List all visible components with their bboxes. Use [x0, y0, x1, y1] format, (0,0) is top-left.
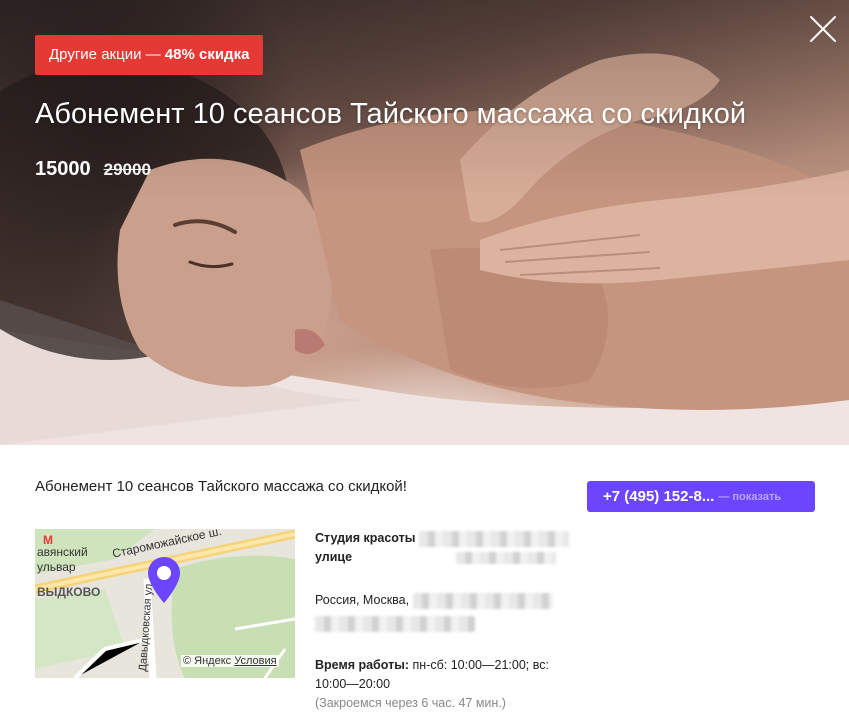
- promo-discount: 48% скидка: [164, 46, 250, 63]
- studio-name: Студия красоты улице: [315, 529, 575, 567]
- redacted-address: [412, 592, 553, 609]
- other-promotions-badge[interactable]: Другие акции — 48% скидка: [35, 35, 264, 75]
- phone-number: +7 (495) 152-8...: [603, 488, 715, 505]
- redacted-studio-name: [418, 530, 569, 547]
- offer-description: Абонемент 10 сеансов Тайского массажа со…: [35, 478, 407, 495]
- hours-label: Время работы:: [315, 658, 410, 672]
- show-phone-label: — показать: [718, 490, 782, 503]
- close-button[interactable]: [808, 14, 838, 44]
- map-attribution: © Яндекс Условия: [181, 655, 279, 667]
- closing-note: (Закроемся через 6 час. 47 мин.): [315, 696, 506, 710]
- studio-name-prefix: Студия красоты: [315, 531, 416, 545]
- redacted-address-2: [315, 616, 475, 632]
- map-label-boulevard-2: ульвар: [37, 560, 76, 574]
- map-label-boulevard-1: авянский: [37, 545, 88, 559]
- studio-address: Россия, Москва,: [315, 591, 575, 632]
- map-attribution-text: © Яндекс: [183, 655, 232, 667]
- studio-info: Студия красоты улице Россия, Москва, Вре…: [315, 529, 575, 713]
- redacted-studio-name-2: [455, 551, 556, 564]
- price-row: 15000 29000: [35, 158, 151, 181]
- hero-banner: Другие акции — 48% скидка Абонемент 10 с…: [0, 0, 849, 445]
- close-icon: [810, 16, 836, 42]
- map-terms-link[interactable]: Условия: [234, 655, 276, 667]
- studio-name-suffix: улице: [315, 550, 353, 564]
- location-map[interactable]: М авянский ульвар Староможайское ш. ВЫДК…: [35, 529, 295, 678]
- price-new: 15000: [35, 158, 91, 180]
- map-label-district: ВЫДКОВО: [37, 585, 101, 599]
- promo-prefix: Другие акции —: [49, 46, 165, 63]
- offer-title: Абонемент 10 сеансов Тайского массажа со…: [35, 98, 747, 130]
- price-old: 29000: [103, 160, 151, 179]
- show-phone-button[interactable]: +7 (495) 152-8... — показать: [587, 481, 815, 512]
- working-hours: Время работы: пн-сб: 10:00—21:00; вс: 10…: [315, 656, 575, 694]
- address-prefix: Россия, Москва,: [315, 593, 410, 607]
